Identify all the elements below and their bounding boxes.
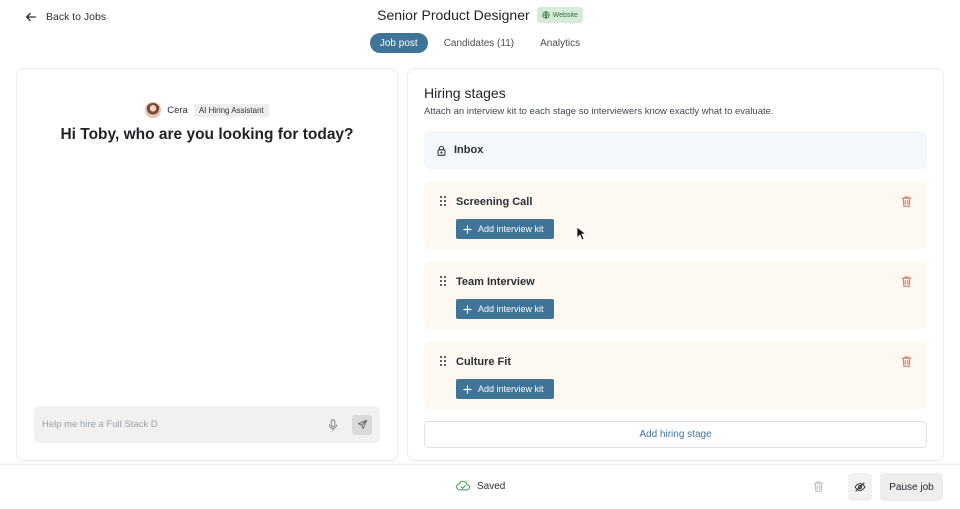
trash-icon[interactable] (900, 355, 913, 368)
assistant-greeting: Hi Toby, who are you looking for today? (60, 126, 354, 143)
assistant-panel: Cera AI Hiring Assistant Hi Toby, who ar… (16, 68, 398, 461)
add-interview-kit-label: Add interview kit (478, 304, 544, 314)
add-interview-kit-label: Add interview kit (478, 224, 544, 234)
add-interview-kit-label: Add interview kit (478, 384, 544, 394)
cloud-check-icon (456, 480, 470, 491)
chat-input[interactable] (42, 419, 326, 430)
job-header: Senior Product Designer Website (0, 7, 960, 23)
trash-icon[interactable] (900, 275, 913, 288)
hiring-stages-title: Hiring stages (424, 85, 506, 101)
assistant-tag: AI Hiring Assistant (193, 103, 269, 117)
stage-card: Team Interview Add interview kit (424, 262, 927, 329)
tab-job-post[interactable]: Job post (369, 33, 428, 53)
website-badge-label: Website (552, 11, 578, 19)
stage-card: Screening Call Add interview kit (424, 182, 927, 249)
drag-handle-icon[interactable] (439, 275, 447, 287)
globe-icon (542, 11, 550, 19)
inbox-label: Inbox (454, 144, 484, 156)
send-icon (357, 419, 367, 430)
add-interview-kit-button[interactable]: Add interview kit (456, 379, 554, 399)
stage-card: Culture Fit Add interview kit (424, 342, 927, 409)
send-button[interactable] (352, 414, 372, 435)
save-status-label: Saved (477, 480, 506, 492)
add-hiring-stage-button[interactable]: Add hiring stage (424, 421, 927, 448)
footer-bar: Saved Pause job (0, 464, 960, 509)
eye-off-icon (854, 482, 866, 492)
add-interview-kit-button[interactable]: Add interview kit (456, 299, 554, 319)
cursor-icon (576, 226, 586, 241)
inbox-stage: Inbox (424, 131, 927, 169)
website-badge: Website (536, 7, 583, 23)
drag-handle-icon[interactable] (439, 355, 447, 367)
pause-job-button[interactable]: Pause job (880, 473, 943, 501)
assistant-name: Cera (167, 104, 188, 116)
tab-analytics[interactable]: Analytics (530, 33, 590, 53)
chat-input-bar (34, 406, 380, 443)
stage-name: Culture Fit (456, 356, 511, 368)
trash-icon[interactable] (900, 195, 913, 208)
unpublish-button[interactable] (848, 473, 872, 501)
plus-icon (463, 384, 472, 394)
trash-icon[interactable] (812, 480, 825, 493)
plus-icon (463, 224, 472, 234)
assistant-header: Cera AI Hiring Assistant (17, 102, 397, 118)
avatar (145, 102, 162, 118)
hiring-stages-panel: Hiring stages Attach an interview kit to… (407, 68, 944, 461)
add-interview-kit-button[interactable]: Add interview kit (456, 219, 554, 239)
lock-icon (437, 145, 446, 156)
job-tabs: Job post Candidates (11) Analytics (0, 33, 960, 53)
drag-handle-icon[interactable] (439, 195, 447, 207)
tab-candidates[interactable]: Candidates (11) (434, 33, 524, 53)
save-status: Saved (456, 480, 505, 492)
job-title: Senior Product Designer (377, 7, 530, 23)
plus-icon (463, 304, 472, 314)
mic-icon[interactable] (326, 418, 340, 432)
hiring-stages-subtitle: Attach an interview kit to each stage so… (424, 106, 774, 117)
stage-name: Team Interview (456, 276, 535, 288)
stage-name: Screening Call (456, 196, 533, 208)
